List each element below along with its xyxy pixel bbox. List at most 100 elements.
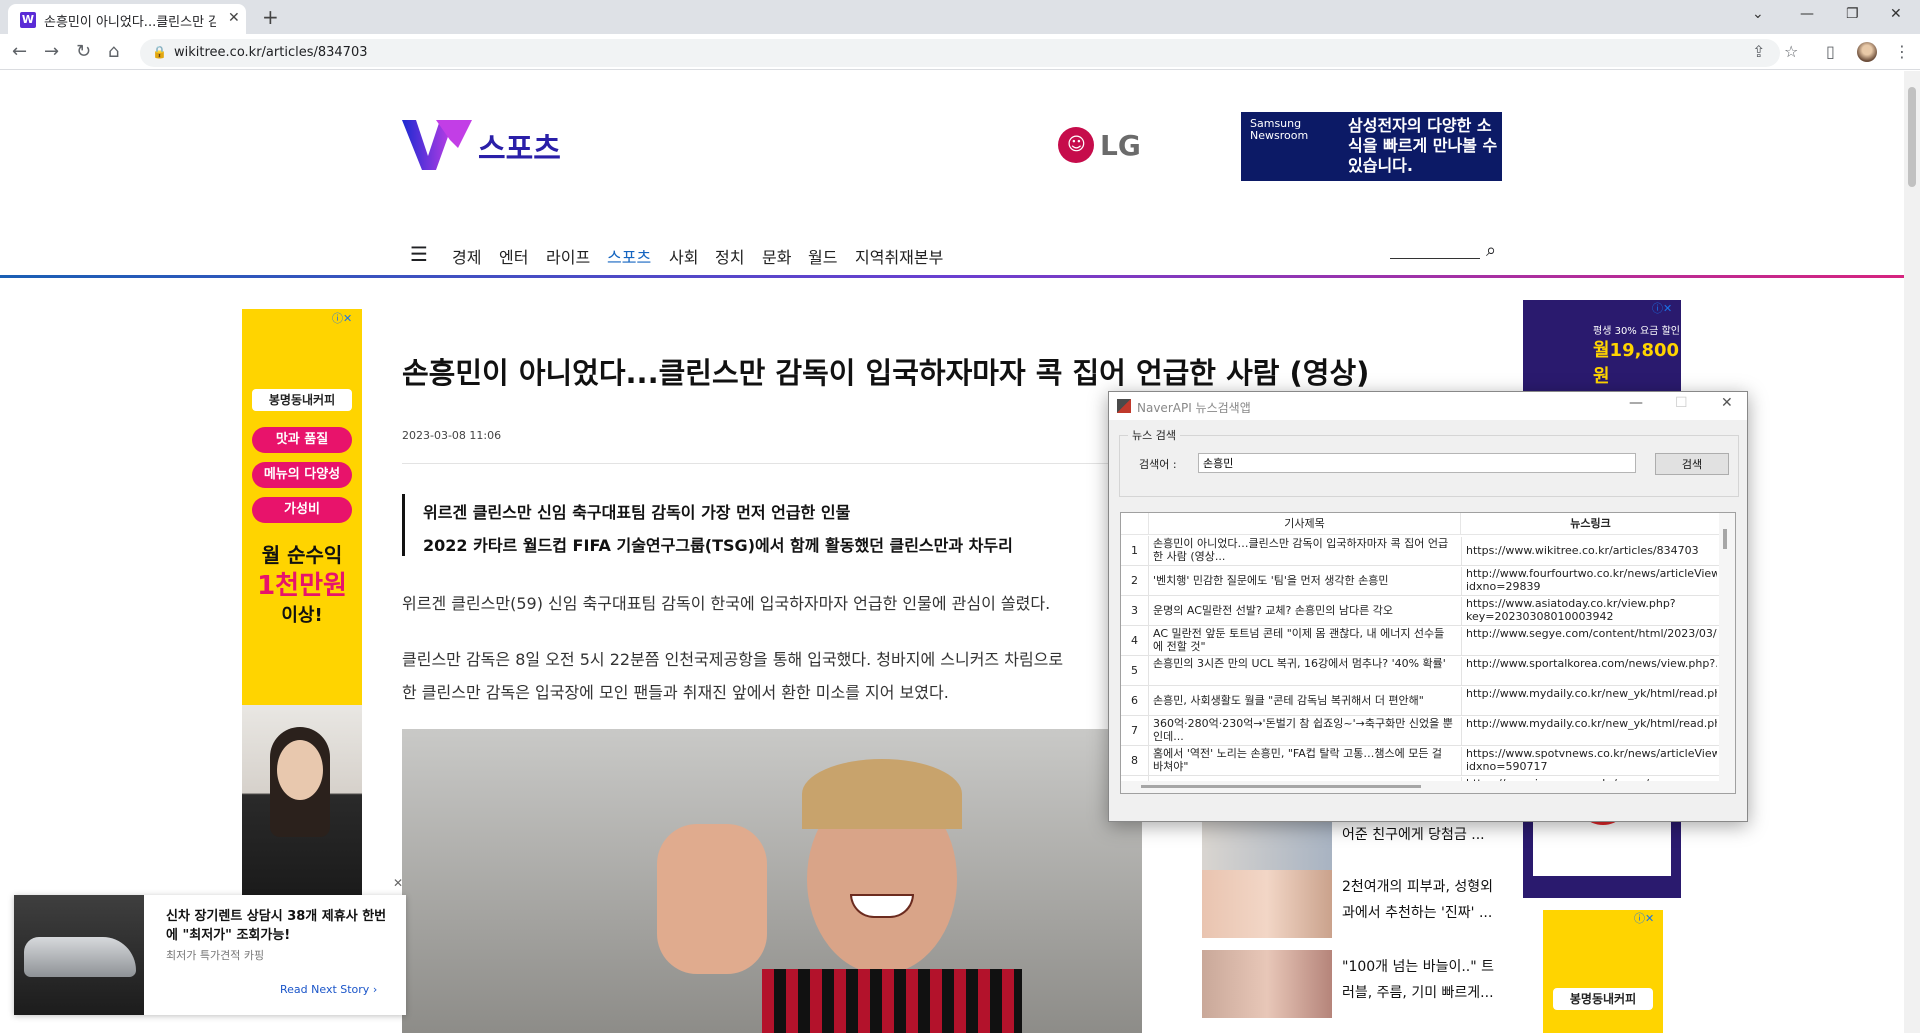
ad-brand-label: 봉명동내커피 bbox=[1553, 988, 1653, 1010]
samsung-newsroom-label: Samsung Newsroom bbox=[1250, 117, 1309, 142]
row-link[interactable]: https://www.spotvnews.co.kr/news/article… bbox=[1461, 747, 1717, 775]
lg-ad-banner[interactable]: ☺ LG bbox=[1058, 125, 1148, 165]
nav-item-life[interactable]: 라이프 bbox=[546, 244, 590, 268]
search-icon[interactable]: ⌕ bbox=[1486, 240, 1496, 261]
nav-item-entertainment[interactable]: 엔터 bbox=[499, 244, 528, 268]
minimize-icon[interactable]: — bbox=[1629, 395, 1643, 411]
ad-choices-icon[interactable]: ⓘ✕ bbox=[1652, 300, 1672, 316]
profile-avatar[interactable] bbox=[1857, 42, 1877, 62]
row-link[interactable]: http://www.sportalkorea.com/news/view.ph… bbox=[1461, 657, 1717, 685]
news-title: "100개 넘는 바늘이.." 트러블, 주름, 기미 빠르게... bbox=[1342, 959, 1495, 1001]
photo-hair bbox=[802, 759, 962, 829]
reload-icon[interactable]: ↻ bbox=[76, 41, 91, 62]
nav-item-sports[interactable]: 스포츠 bbox=[607, 244, 651, 268]
row-link[interactable]: http://www.mydaily.co.kr/new_yk/html/rea… bbox=[1461, 717, 1717, 745]
close-window-icon[interactable]: ✕ bbox=[1890, 6, 1902, 22]
row-link[interactable]: http://www.fourfourtwo.co.kr/news/articl… bbox=[1461, 567, 1717, 595]
nav-item-politics[interactable]: 정치 bbox=[715, 244, 744, 268]
row-title: 손흥민, 사회생활도 월클 "콘테 감독님 복귀해서 더 편안해" bbox=[1153, 694, 1424, 707]
nav-item-world[interactable]: 월드 bbox=[808, 244, 837, 268]
restore-icon[interactable]: ❐ bbox=[1846, 6, 1859, 22]
table-row[interactable]: 8 홈에서 '역전' 노리는 손흥민, "FA컵 탈락 고통…챔스에 모든 걸 … bbox=[1121, 746, 1721, 776]
news-title: 2천여개의 피부과, 성형외과에서 추천하는 '진짜' ... bbox=[1342, 879, 1494, 921]
sponsored-popup-ad[interactable]: 신차 장기렌트 상담시 38개 제휴사 한번에 "최저가" 조회가능! 최저가 … bbox=[14, 895, 406, 1015]
tab-title: 손흥민이 아니었다...클린스만 감 bbox=[44, 15, 216, 30]
side-panel-icon[interactable]: ▯ bbox=[1826, 42, 1835, 61]
site-search-input[interactable] bbox=[1390, 258, 1480, 259]
right-bottom-coffee-ad[interactable]: 봉명동내커피 bbox=[1543, 910, 1663, 1033]
grid-horizontal-scrollbar[interactable] bbox=[1121, 781, 1721, 793]
table-row[interactable]: 3 운명의 AC밀란전 선발? 교체? 손흥민의 남다른 각오 https://… bbox=[1121, 596, 1721, 626]
row-link[interactable]: http://www.mydaily.co.kr/new_yk/html/rea… bbox=[1461, 687, 1717, 715]
maximize-icon[interactable]: ☐ bbox=[1675, 395, 1688, 411]
article-divider bbox=[402, 463, 1142, 464]
new-tab-icon[interactable]: + bbox=[262, 5, 279, 29]
article-paragraph-2: 클린스만 감독은 8일 오전 5시 22분쯤 인천국제공항을 통해 입국했다. … bbox=[402, 650, 1064, 669]
table-row[interactable]: 2 '벤치행' 민감한 질문에도 '팀'을 먼저 생각한 손흥민 http://… bbox=[1121, 566, 1721, 596]
back-icon[interactable]: ← bbox=[12, 41, 27, 62]
hamburger-menu-icon[interactable]: ☰ bbox=[410, 242, 428, 266]
row-link[interactable]: https://www.asiatoday.co.kr/view.php?key… bbox=[1461, 597, 1717, 625]
article-paragraph-3: 한 클린스만 감독은 입국장에 모인 팬들과 취재진 앞에서 환한 미소를 지어… bbox=[402, 683, 949, 702]
forward-icon[interactable]: → bbox=[44, 41, 59, 62]
car-ad-image bbox=[14, 895, 144, 1015]
close-tab-icon[interactable]: ✕ bbox=[228, 10, 240, 26]
left-coffee-ad[interactable]: 봉명동내커피 맛과 품질 메뉴의 다양성 가성비 월 순수익 1천만원 이상! bbox=[242, 309, 362, 705]
nav-item-economy[interactable]: 경제 bbox=[452, 244, 481, 268]
col-header-link[interactable]: 뉴스링크 bbox=[1461, 513, 1721, 535]
row-title: '벤치행' 민감한 질문에도 '팀'을 먼저 생각한 손흥민 bbox=[1153, 574, 1389, 587]
article-date: 2023-03-08 11:06 bbox=[402, 429, 502, 442]
minimize-icon[interactable]: — bbox=[1800, 6, 1814, 22]
window-titlebar[interactable]: NaverAPI 뉴스검색앱 — ☐ ✕ bbox=[1109, 392, 1747, 420]
article-photo[interactable] bbox=[402, 729, 1142, 1033]
row-title: 손흥민의 3시즌 만의 UCL 복귀, 16강에서 멈추나? '40% 확률' bbox=[1153, 657, 1446, 670]
news-thumbnail bbox=[1202, 870, 1332, 938]
col-header-title[interactable]: 기사제목 bbox=[1149, 513, 1461, 535]
search-input[interactable] bbox=[1198, 453, 1636, 473]
scroll-thumb[interactable] bbox=[1723, 529, 1727, 549]
row-header-corner bbox=[1121, 513, 1149, 535]
site-logo[interactable]: 스포츠 bbox=[402, 120, 561, 174]
table-row[interactable]: 7 360억·280억·230억→'돈벌기 참 쉽죠잉~'→축구화만 신었을 뿐… bbox=[1121, 716, 1721, 746]
read-next-story-link[interactable]: Read Next Story › bbox=[280, 983, 377, 996]
page-scrollbar[interactable] bbox=[1904, 71, 1920, 1033]
row-link[interactable]: https://www.wikitree.co.kr/articles/8347… bbox=[1461, 537, 1717, 565]
news-list-item[interactable]: "100개 넘는 바늘이.." 트러블, 주름, 기미 빠르게... bbox=[1202, 950, 1502, 1020]
wikitree-logo-icon bbox=[402, 120, 472, 170]
grid-vertical-scrollbar[interactable] bbox=[1719, 513, 1735, 793]
nav-item-society[interactable]: 사회 bbox=[669, 244, 698, 268]
row-title: 손흥민이 아니었다…클린스만 감독이 입국하자마자 콕 집어 언급한 사람 (영… bbox=[1153, 537, 1449, 563]
close-icon[interactable]: ✕ bbox=[1721, 395, 1733, 411]
bookmark-star-icon[interactable]: ☆ bbox=[1784, 42, 1798, 61]
menu-kebab-icon[interactable]: ⋮ bbox=[1894, 42, 1910, 61]
nav-item-culture[interactable]: 문화 bbox=[762, 244, 791, 268]
ad-choices-icon[interactable]: ⓘ✕ bbox=[332, 310, 352, 326]
news-thumbnail bbox=[1202, 950, 1332, 1018]
samsung-ad-banner[interactable]: Samsung Newsroom 삼성전자의 다양한 소식을 빠르게 만나볼 수… bbox=[1241, 112, 1502, 181]
home-icon[interactable]: ⌂ bbox=[108, 41, 119, 62]
row-number: 6 bbox=[1121, 686, 1149, 716]
lg-logo-icon: ☺ bbox=[1058, 127, 1094, 163]
table-row[interactable]: 1 손흥민이 아니었다…클린스만 감독이 입국하자마자 콕 집어 언급한 사람 … bbox=[1121, 536, 1721, 566]
left-ad-photo[interactable] bbox=[242, 705, 362, 900]
nav-item-regional[interactable]: 지역취재본부 bbox=[855, 244, 943, 268]
article-paragraph-1: 위르겐 클린스만(59) 신임 축구대표팀 감독이 한국에 입국하자마자 언급한… bbox=[402, 594, 1051, 613]
browser-tab[interactable]: W 손흥민이 아니었다...클린스만 감 ✕ bbox=[8, 4, 246, 34]
news-list-item[interactable]: 2천여개의 피부과, 성형외과에서 추천하는 '진짜' ... bbox=[1202, 870, 1502, 940]
scroll-thumb[interactable] bbox=[1141, 785, 1421, 788]
article-subtitles: 위르겐 클린스만 신임 축구대표팀 감독이 가장 먼저 언급한 인물 2022 … bbox=[402, 494, 1142, 556]
search-button[interactable]: 검색 bbox=[1655, 453, 1729, 475]
scroll-thumb[interactable] bbox=[1908, 87, 1916, 187]
tab-search-icon[interactable]: ⌄ bbox=[1752, 6, 1764, 22]
results-grid[interactable]: 기사제목 뉴스링크 1 손흥민이 아니었다…클린스만 감독이 입국하자마자 콕 … bbox=[1120, 512, 1736, 794]
naver-news-search-window[interactable]: NaverAPI 뉴스검색앱 — ☐ ✕ 뉴스 검색 검색어 : 검색 기사제목… bbox=[1108, 391, 1748, 822]
table-row[interactable]: 4 AC 밀란전 앞둔 토트넘 콘테 "이제 몸 괜찮다, 내 에너지 선수들에… bbox=[1121, 626, 1721, 656]
address-bar[interactable]: 🔒 wikitree.co.kr/articles/834703 bbox=[140, 39, 1780, 67]
table-row[interactable]: 5 손흥민의 3시즌 만의 UCL 복귀, 16강에서 멈추나? '40% 확률… bbox=[1121, 656, 1721, 686]
lg-logo-text: LG bbox=[1100, 129, 1141, 162]
share-icon[interactable]: ⇪ bbox=[1752, 42, 1765, 61]
table-row[interactable]: 6 손흥민, 사회생활도 월클 "콘테 감독님 복귀해서 더 편안해" http… bbox=[1121, 686, 1721, 716]
row-link[interactable]: http://www.segye.com/content/html/2023/0… bbox=[1461, 627, 1717, 655]
close-popup-icon[interactable]: ✕ bbox=[393, 876, 403, 890]
ad-choices-icon[interactable]: ⓘ✕ bbox=[1634, 910, 1654, 926]
